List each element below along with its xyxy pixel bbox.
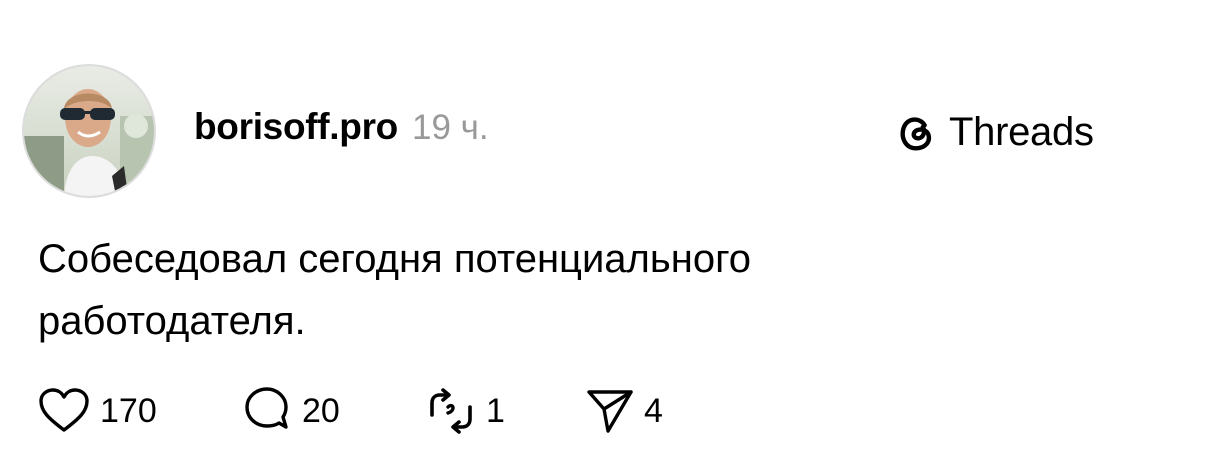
post-text-line: Собеседовал сегодня потенциального — [38, 237, 752, 281]
action-bar: 170 20 1 4 — [38, 383, 706, 439]
comment-icon — [245, 387, 288, 429]
send-icon — [587, 390, 633, 433]
reply-count: 20 — [302, 391, 340, 430]
timestamp: 19 ч. — [411, 108, 489, 147]
post-header: borisoff.pro 19 ч. — [194, 106, 489, 158]
username[interactable]: borisoff.pro — [194, 106, 398, 148]
heart-icon — [39, 388, 89, 432]
avatar[interactable] — [24, 66, 154, 196]
reply-button[interactable]: 20 — [242, 386, 426, 436]
brand-name: Threads — [949, 109, 1094, 154]
repost-count: 1 — [486, 391, 505, 430]
threads-logo-icon — [900, 117, 932, 151]
repost-icon — [430, 388, 472, 434]
threads-brand: Threads — [893, 106, 1094, 158]
like-count: 170 — [100, 391, 157, 430]
share-button[interactable]: 4 — [586, 387, 706, 435]
threads-post: borisoff.pro 19 ч. Threads Собеседовал с… — [0, 0, 1206, 459]
repost-button[interactable]: 1 — [426, 386, 586, 436]
share-count: 4 — [644, 391, 663, 430]
post-text-line: работодателя. — [38, 299, 306, 343]
post-text: Собеседовал сегодня потенциального работ… — [38, 228, 1038, 352]
like-button[interactable]: 170 — [38, 387, 242, 435]
